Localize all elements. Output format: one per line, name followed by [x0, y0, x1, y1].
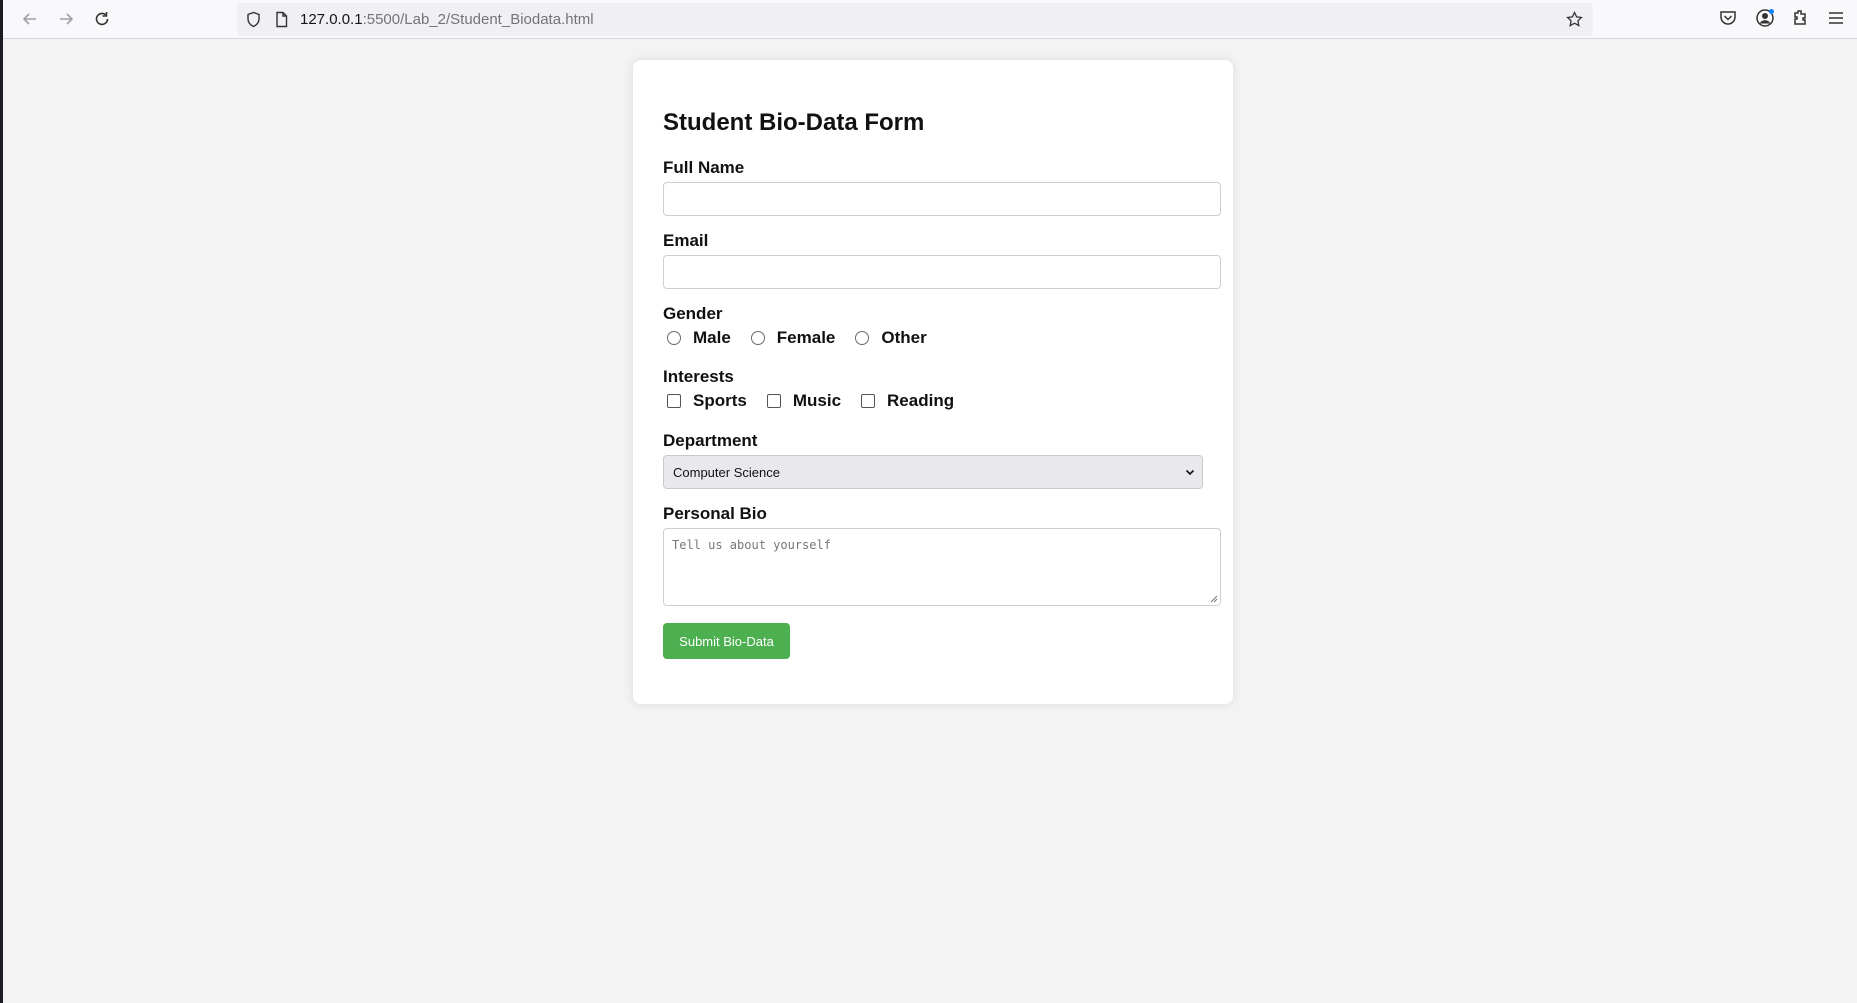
url-text: 127.0.0.1:5500/Lab_2/Student_Biodata.htm… — [300, 11, 594, 28]
interest-sports-checkbox[interactable] — [667, 394, 681, 408]
interests-label: Interests — [663, 367, 734, 386]
full-name-label: Full Name — [663, 158, 745, 177]
department-selected-value: Computer Science — [673, 465, 780, 480]
department-label: Department — [663, 431, 758, 450]
pocket-icon[interactable] — [1718, 8, 1738, 28]
back-button[interactable] — [15, 4, 45, 34]
bio-placeholder: Tell us about yourself — [672, 538, 831, 552]
bio-label: Personal Bio — [663, 504, 767, 523]
gender-female-label: Female — [776, 328, 836, 347]
extensions-icon[interactable] — [1790, 8, 1810, 28]
menu-icon[interactable] — [1826, 8, 1846, 28]
full-name-input[interactable] — [663, 182, 1221, 216]
email-input[interactable] — [663, 255, 1221, 289]
address-bar[interactable]: 127.0.0.1:5500/Lab_2/Student_Biodata.htm… — [237, 3, 1593, 36]
interest-reading-label: Reading — [887, 391, 955, 410]
interest-music-label: Music — [792, 391, 842, 410]
gender-options: Male Female Other — [667, 328, 947, 348]
interest-sports-label: Sports — [693, 391, 747, 410]
form-title: Student Bio-Data Form — [663, 109, 925, 136]
page-icon — [276, 11, 288, 28]
bio-textarea[interactable]: Tell us about yourself — [663, 528, 1221, 606]
interest-music-checkbox[interactable] — [766, 394, 781, 408]
gender-other-radio[interactable] — [855, 331, 870, 345]
submit-button[interactable]: Submit Bio-Data — [663, 623, 790, 659]
browser-window: 127.0.0.1:5500/Lab_2/Student_Biodata.htm… — [0, 0, 1857, 1003]
interest-options: Sports Music Reading — [667, 391, 974, 411]
bookmark-star-icon[interactable] — [1566, 11, 1583, 28]
gender-female-radio[interactable] — [750, 331, 765, 345]
chevron-down-icon — [1185, 469, 1195, 476]
forward-button[interactable] — [51, 4, 81, 34]
arrow-right-icon — [60, 13, 74, 25]
email-label: Email — [663, 231, 709, 250]
gender-male-radio[interactable] — [667, 331, 681, 345]
gender-other-label: Other — [881, 328, 927, 347]
biodata-form-card: Student Bio-Data Form Full Name Email Ge… — [633, 60, 1233, 704]
arrow-left-icon — [22, 13, 36, 25]
account-icon[interactable] — [1755, 8, 1775, 28]
shield-icon — [247, 11, 260, 28]
gender-label: Gender — [663, 304, 723, 323]
reload-button[interactable] — [87, 4, 117, 34]
interest-reading-checkbox[interactable] — [861, 394, 876, 408]
browser-toolbar: 127.0.0.1:5500/Lab_2/Student_Biodata.htm… — [3, 0, 1857, 39]
reload-icon — [95, 12, 109, 26]
gender-male-label: Male — [693, 328, 731, 347]
department-select[interactable]: Computer Science — [663, 455, 1203, 489]
resize-handle-icon[interactable] — [1209, 594, 1218, 603]
